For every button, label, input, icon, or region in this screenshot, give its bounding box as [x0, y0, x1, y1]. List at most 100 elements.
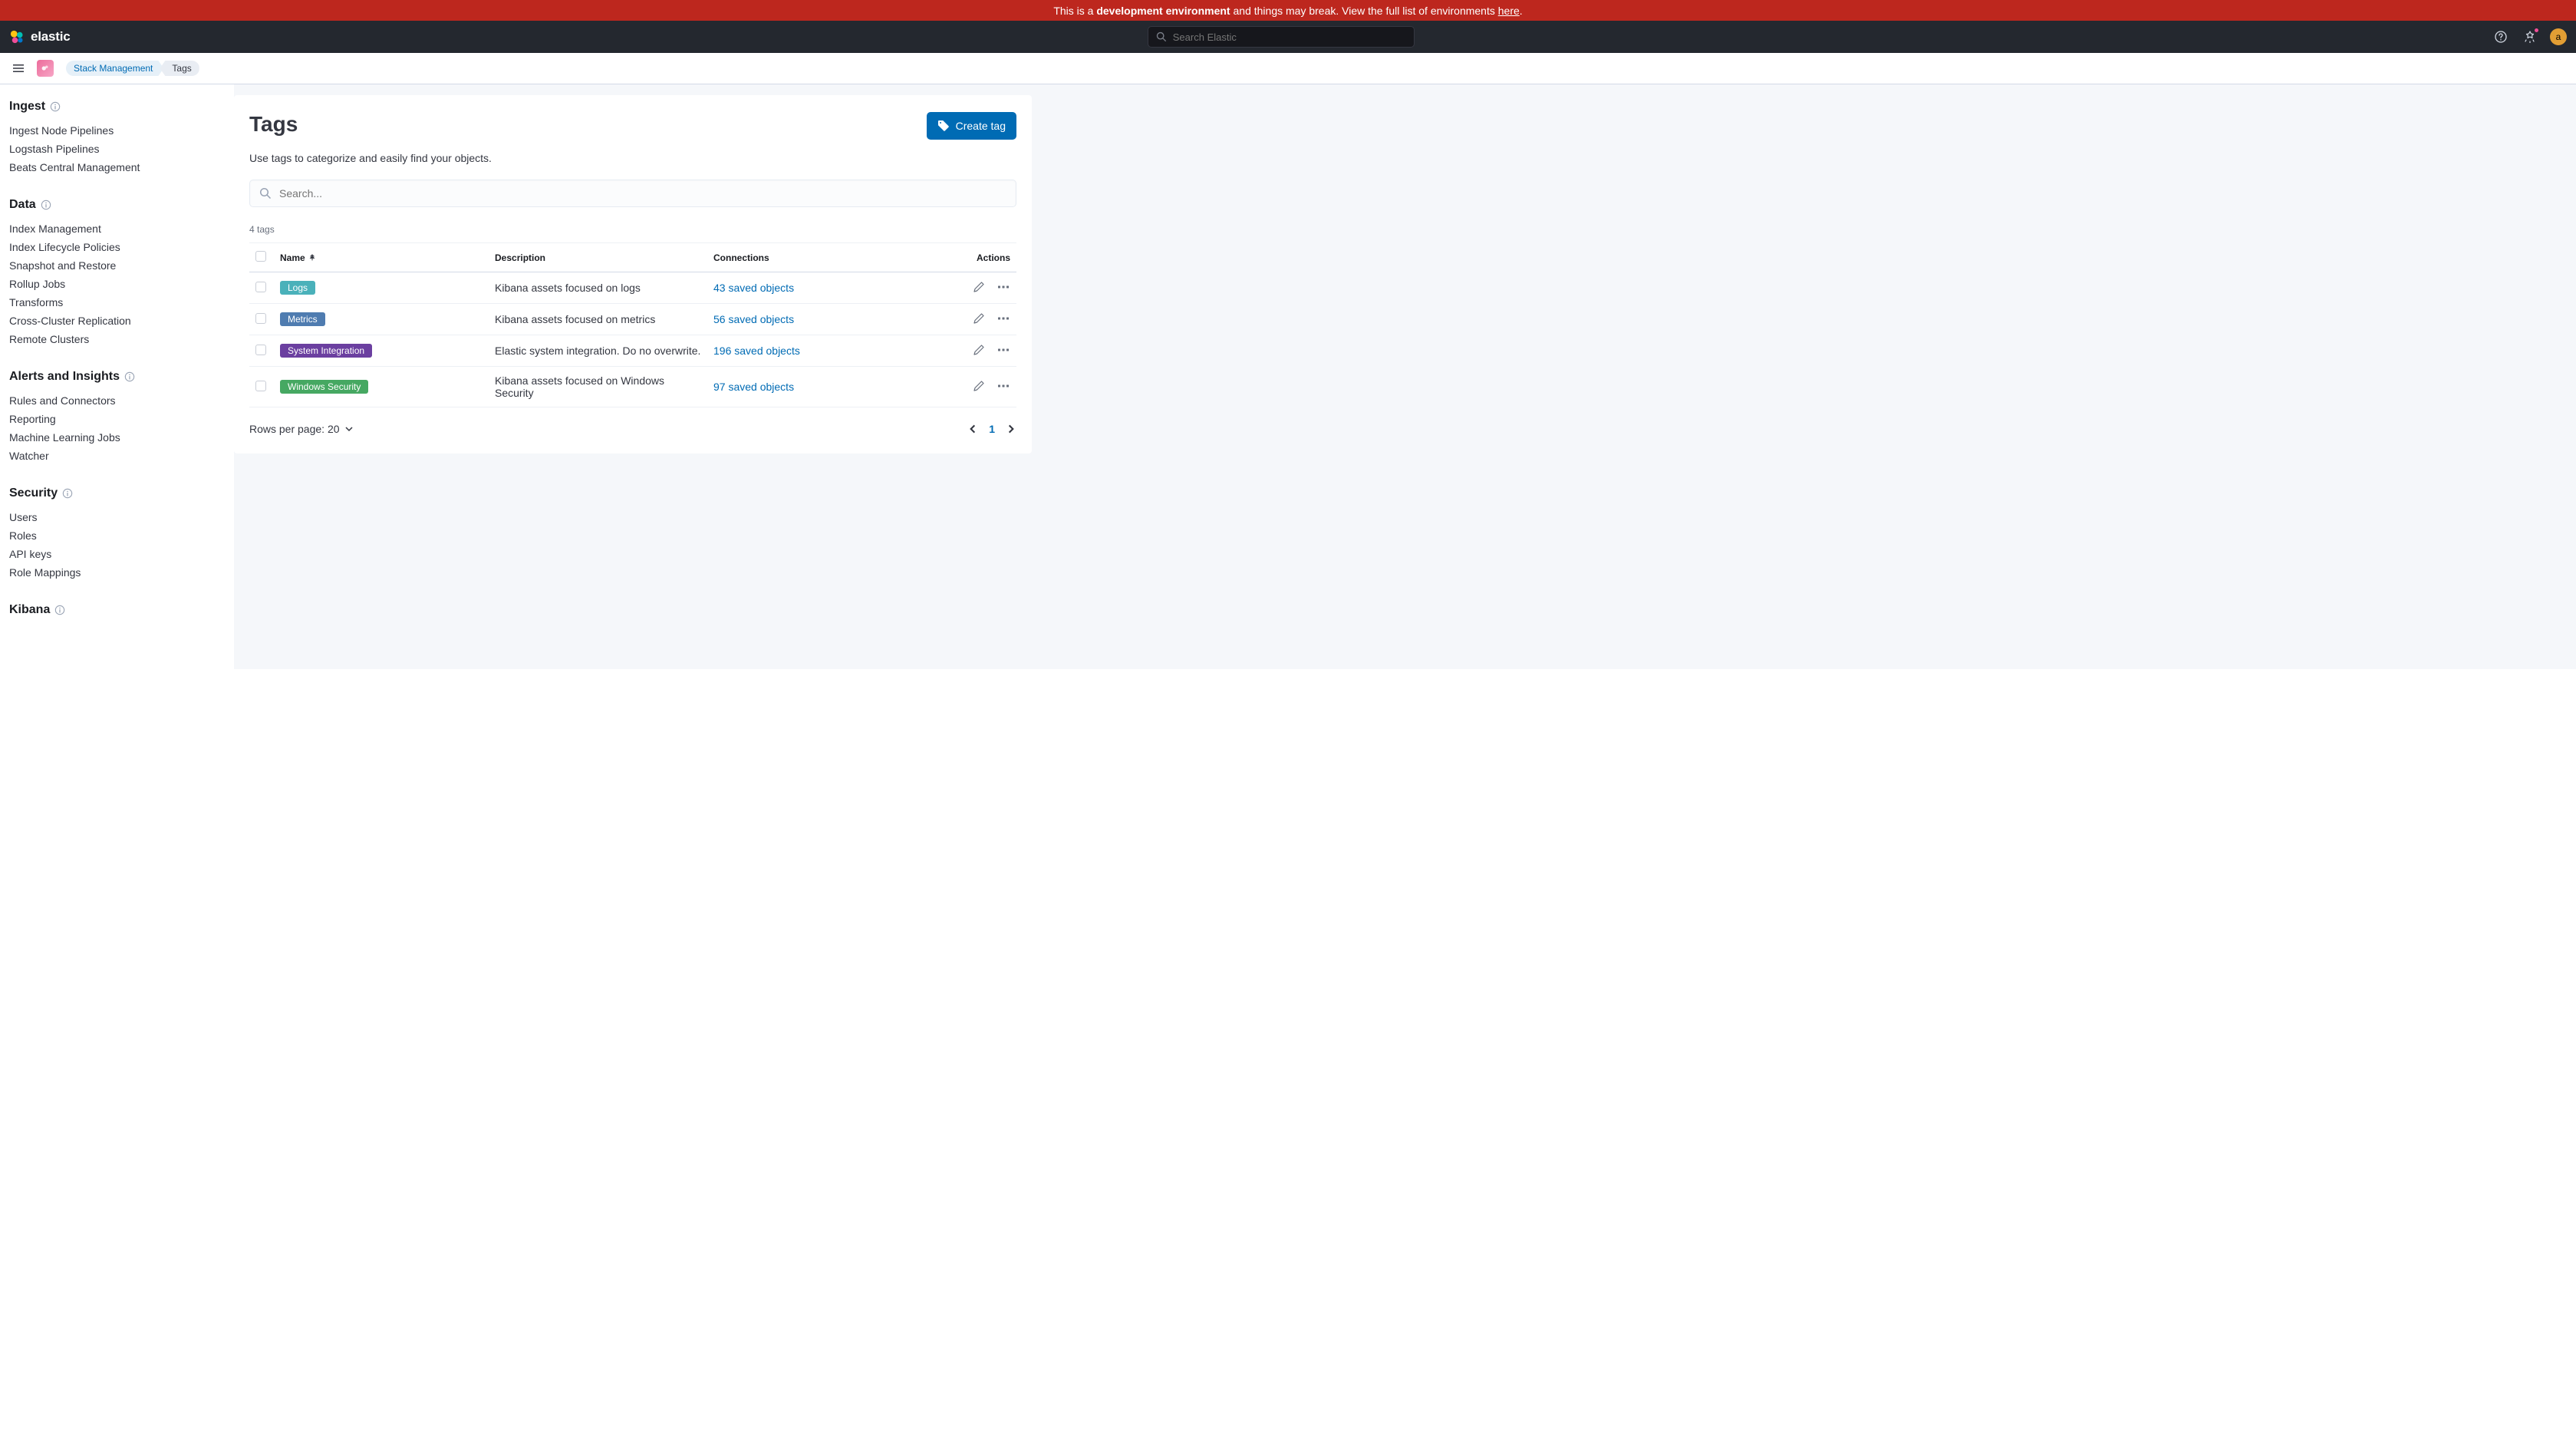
row-checkbox[interactable]: [255, 345, 266, 355]
more-actions-button[interactable]: [996, 379, 1010, 393]
edit-button[interactable]: [972, 343, 986, 357]
table-row: Metrics Kibana assets focused on metrics 5…: [249, 304, 1016, 335]
next-page-button: [1006, 424, 1016, 434]
pencil-icon: [973, 344, 985, 356]
nav-item[interactable]: Logstash Pipelines: [9, 140, 216, 158]
info-icon[interactable]: [50, 101, 61, 112]
news-feed-button[interactable]: [2521, 28, 2539, 46]
notification-dot-icon: [2534, 28, 2539, 33]
select-all-checkbox[interactable]: [255, 251, 266, 262]
nav-item[interactable]: Users: [9, 508, 216, 526]
table-row: Logs Kibana assets focused on logs 43 save…: [249, 272, 1016, 304]
nav-section-label: Alerts and Insights: [9, 370, 120, 384]
global-search[interactable]: [1148, 26, 1415, 48]
connections-link[interactable]: 196 saved objects: [713, 345, 800, 357]
tag-description: Kibana assets focused on logs: [489, 272, 707, 304]
tags-search-input[interactable]: [279, 187, 1006, 200]
banner-strong: development environment: [1096, 5, 1230, 17]
nav-item[interactable]: Beats Central Management: [9, 158, 216, 176]
nav-item[interactable]: Remote Clusters: [9, 330, 216, 348]
nav-item[interactable]: Index Lifecycle Policies: [9, 238, 216, 256]
elastic-logo-icon: [9, 29, 25, 45]
sort-asc-icon: [308, 254, 316, 262]
space-selector[interactable]: [37, 60, 54, 77]
more-actions-button[interactable]: [996, 343, 1010, 357]
nav-item[interactable]: Roles: [9, 526, 216, 545]
prev-page-button: [967, 424, 978, 434]
row-checkbox[interactable]: [255, 313, 266, 324]
tags-search[interactable]: [249, 180, 1016, 207]
tag-description: Kibana assets focused on Windows Securit…: [489, 367, 707, 407]
global-search-input[interactable]: [1173, 31, 1406, 43]
nav-section-label: Kibana: [9, 603, 50, 617]
nav-section-label: Ingest: [9, 100, 45, 114]
more-actions-button[interactable]: [996, 280, 1010, 294]
tag-badge: Metrics: [280, 312, 325, 326]
tag-description: Elastic system integration. Do no overwr…: [489, 335, 707, 367]
help-icon: [2495, 31, 2507, 43]
banner-text: and things may break. View the full list…: [1230, 5, 1498, 17]
nav-item[interactable]: Reporting: [9, 410, 216, 428]
nav-item[interactable]: Role Mappings: [9, 563, 216, 582]
tag-description: Kibana assets focused on metrics: [489, 304, 707, 335]
elastic-logo[interactable]: elastic: [9, 29, 71, 45]
banner-link[interactable]: here: [1498, 5, 1520, 17]
row-checkbox[interactable]: [255, 381, 266, 391]
nav-item[interactable]: Machine Learning Jobs: [9, 428, 216, 447]
help-button[interactable]: [2492, 28, 2510, 46]
info-icon[interactable]: [41, 200, 51, 210]
connections-link[interactable]: 97 saved objects: [713, 381, 794, 393]
column-description-header[interactable]: Description: [489, 243, 707, 272]
tag-badge: Logs: [280, 281, 315, 295]
boxes-horizontal-icon: [997, 380, 1010, 392]
nav-section-heading: Kibana: [9, 603, 216, 617]
edit-button[interactable]: [972, 312, 986, 325]
menu-icon: [12, 62, 25, 74]
more-actions-button[interactable]: [996, 312, 1010, 325]
edit-button[interactable]: [972, 280, 986, 294]
pagination: 1: [967, 423, 1016, 435]
column-connections-header[interactable]: Connections: [707, 243, 940, 272]
boxes-horizontal-icon: [997, 281, 1010, 293]
table-row: Windows SecurityKibana assets focused on…: [249, 367, 1016, 407]
nav-section-heading: Data: [9, 198, 216, 212]
global-header: elastic a: [0, 21, 2576, 53]
nav-item[interactable]: Rollup Jobs: [9, 275, 216, 293]
create-tag-label: Create tag: [956, 120, 1006, 132]
connections-link[interactable]: 56 saved objects: [713, 313, 794, 325]
info-icon[interactable]: [62, 488, 73, 499]
search-icon: [1156, 31, 1167, 42]
nav-item[interactable]: Index Management: [9, 219, 216, 238]
breadcrumb-item-stack-management[interactable]: Stack Management: [66, 61, 163, 76]
nav-item[interactable]: Ingest Node Pipelines: [9, 121, 216, 140]
create-tag-button[interactable]: Create tag: [927, 112, 1016, 140]
breadcrumb-item-tags: Tags: [160, 61, 199, 76]
elastic-wordmark: elastic: [31, 29, 71, 45]
nav-toggle-button[interactable]: [9, 59, 28, 78]
nav-item[interactable]: Rules and Connectors: [9, 391, 216, 410]
info-icon[interactable]: [124, 371, 135, 382]
banner-text: This is a: [1053, 5, 1096, 17]
chevron-down-icon: [344, 424, 354, 434]
column-actions-header: Actions: [940, 243, 1016, 272]
table-row: System Integration Elastic system integra…: [249, 335, 1016, 367]
info-icon[interactable]: [54, 605, 65, 615]
nav-item[interactable]: Snapshot and Restore: [9, 256, 216, 275]
page-description: Use tags to categorize and easily find y…: [249, 152, 1016, 164]
rows-per-page-label: Rows per page: 20: [249, 423, 340, 435]
breadcrumb-bar: Stack Management Tags: [0, 53, 2576, 84]
tag-badge: System Integration: [280, 344, 372, 358]
nav-item[interactable]: Cross-Cluster Replication: [9, 312, 216, 330]
rows-per-page-selector[interactable]: Rows per page: 20: [249, 423, 354, 435]
column-name-header[interactable]: Name: [280, 252, 316, 263]
tags-table: Name Description Connections Actions Log…: [249, 242, 1016, 407]
edit-button[interactable]: [972, 379, 986, 393]
connections-link[interactable]: 43 saved objects: [713, 282, 794, 294]
boxes-horizontal-icon: [997, 344, 1010, 356]
row-checkbox[interactable]: [255, 282, 266, 292]
nav-item[interactable]: Watcher: [9, 447, 216, 465]
page-number[interactable]: 1: [989, 423, 995, 435]
nav-item[interactable]: API keys: [9, 545, 216, 563]
user-avatar[interactable]: a: [2550, 28, 2567, 45]
nav-item[interactable]: Transforms: [9, 293, 216, 312]
